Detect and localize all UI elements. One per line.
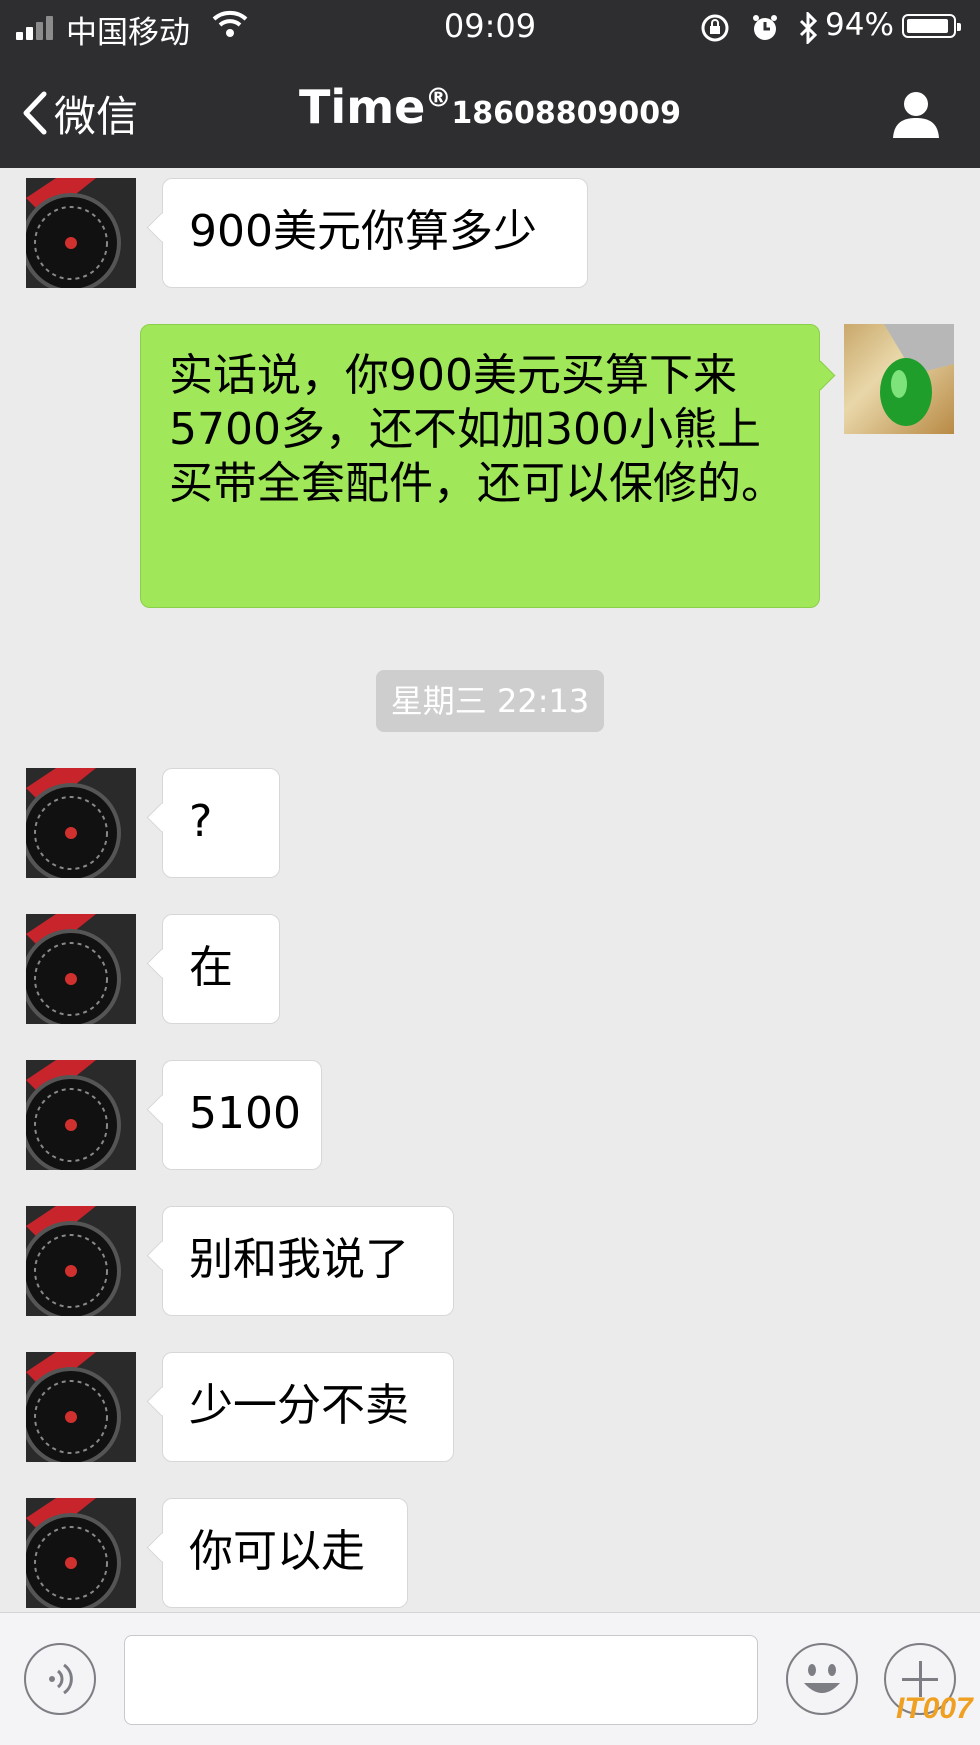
received-message[interactable]: 少一分不卖 — [162, 1352, 454, 1462]
status-bar: 中国移动 09:09 94% — [0, 0, 980, 54]
received-message[interactable]: 别和我说了 — [162, 1206, 454, 1316]
battery-icon — [902, 14, 961, 38]
contact-avatar[interactable] — [26, 1060, 136, 1170]
wheel-avatar-image — [26, 1206, 136, 1316]
wheel-avatar-image — [26, 768, 136, 878]
top-bar: 中国移动 09:09 94% 微信 Time®18608809009 — [0, 0, 980, 168]
contact-avatar[interactable] — [26, 178, 136, 288]
wheel-avatar-image — [26, 178, 136, 288]
nav-bar: 微信 Time®18608809009 — [0, 60, 980, 168]
wheel-avatar-image — [26, 1060, 136, 1170]
emoji-button[interactable] — [786, 1643, 858, 1715]
wheel-avatar-image — [26, 1352, 136, 1462]
input-bar — [0, 1612, 980, 1745]
timestamp: 星期三 22:13 — [376, 670, 604, 732]
sent-message[interactable]: 实话说，你900美元买算下来5700多，还不如加300小熊上买带全套配件，还可以… — [140, 324, 820, 608]
bluetooth-icon — [799, 9, 817, 46]
received-message[interactable]: 5100 — [162, 1060, 322, 1170]
emoji-icon — [804, 1664, 840, 1693]
voice-button[interactable] — [24, 1643, 96, 1715]
battery-percent: 94% — [825, 7, 894, 43]
message-input[interactable] — [124, 1635, 758, 1725]
contact-number: 18608809009 — [451, 96, 681, 131]
battery-level — [907, 19, 948, 33]
status-icons — [700, 8, 820, 46]
alarm-icon — [752, 14, 777, 40]
wheel-avatar-image — [26, 914, 136, 1024]
my-avatar[interactable] — [844, 324, 954, 434]
received-message[interactable]: 在 — [162, 914, 280, 1024]
received-message[interactable]: ? — [162, 768, 280, 878]
received-message[interactable]: 900美元你算多少 — [162, 178, 588, 288]
watermark: IT007 — [896, 1692, 973, 1725]
person-icon[interactable] — [890, 88, 942, 140]
registered-mark: ® — [425, 83, 452, 114]
contact-avatar[interactable] — [26, 1206, 136, 1316]
voice-icon — [49, 1663, 73, 1695]
received-message[interactable]: 你可以走 — [162, 1498, 408, 1608]
contact-avatar[interactable] — [26, 1352, 136, 1462]
wheel-avatar-image — [26, 1498, 136, 1608]
bottle-avatar-image — [880, 324, 954, 426]
chat-title: Time®18608809009 — [0, 80, 980, 134]
contact-avatar[interactable] — [26, 768, 136, 878]
contact-avatar[interactable] — [26, 1498, 136, 1608]
chat-area[interactable]: 900美元你算多少 实话说，你900美元买算下来5700多，还不如加300小熊上… — [0, 168, 980, 1612]
rotation-lock-icon — [701, 14, 729, 41]
contact-avatar[interactable] — [26, 914, 136, 1024]
contact-name: Time — [299, 80, 426, 134]
